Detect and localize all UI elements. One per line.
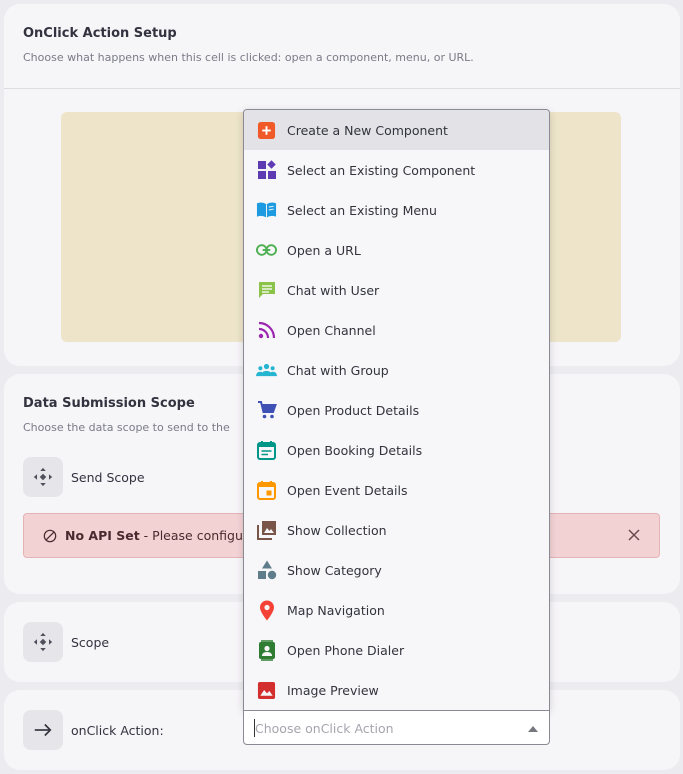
onclick-setup-title: OnClick Action Setup	[23, 26, 177, 41]
data-submission-title: Data Submission Scope	[23, 396, 195, 411]
menu-item-label: Open a URL	[287, 242, 361, 258]
ban-icon	[43, 529, 57, 543]
onclick-action-label: onClick Action:	[71, 723, 164, 738]
onclick-setup-subtitle: Choose what happens when this cell is cl…	[23, 51, 474, 64]
onclick-action-dropdown-menu: Create a New Component Select an Existin…	[243, 109, 550, 711]
menu-item-label: Map Navigation	[287, 602, 385, 618]
scope-diamond-icon	[33, 632, 53, 652]
menu-item-image-preview[interactable]: Image Preview	[244, 670, 549, 710]
menu-item-label: Open Booking Details	[287, 442, 423, 458]
send-scope-icon-button[interactable]	[23, 457, 63, 497]
calendar-icon	[256, 440, 277, 461]
image-icon	[256, 680, 277, 701]
book-open-icon	[256, 200, 277, 221]
menu-item-label: Open Phone Dialer	[287, 642, 405, 658]
menu-item-select-existing-menu[interactable]: Select an Existing Menu	[244, 190, 549, 230]
link-icon	[256, 240, 277, 261]
menu-item-open-url[interactable]: Open a URL	[244, 230, 549, 270]
send-scope-label: Send Scope	[71, 470, 145, 485]
menu-item-label: Select an Existing Menu	[287, 202, 437, 218]
menu-item-label: Show Collection	[287, 522, 387, 538]
menu-item-label: Create a New Component	[287, 122, 448, 138]
rss-icon	[256, 320, 277, 341]
event-icon	[256, 480, 277, 501]
menu-item-select-existing-component[interactable]: Select an Existing Component	[244, 150, 549, 190]
menu-item-label: Open Channel	[287, 322, 376, 338]
menu-item-chat-with-user[interactable]: Chat with User	[244, 270, 549, 310]
menu-item-label: Open Event Details	[287, 482, 408, 498]
chat-icon	[256, 280, 277, 301]
map-pin-icon	[256, 600, 277, 621]
menu-item-map-navigation[interactable]: Map Navigation	[244, 590, 549, 630]
category-icon	[256, 560, 277, 581]
menu-item-chat-with-group[interactable]: Chat with Group	[244, 350, 549, 390]
menu-item-create-new-component[interactable]: Create a New Component	[244, 110, 549, 150]
scope-label: Scope	[71, 635, 110, 650]
collection-icon	[256, 520, 277, 541]
plus-square-icon	[256, 120, 277, 141]
menu-item-open-product-details[interactable]: Open Product Details	[244, 390, 549, 430]
arrow-right-icon	[34, 723, 52, 737]
scope-diamond-icon	[33, 467, 53, 487]
menu-item-label: Image Preview	[287, 682, 379, 698]
menu-item-open-phone-dialer[interactable]: Open Phone Dialer	[244, 630, 549, 670]
menu-item-open-event-details[interactable]: Open Event Details	[244, 470, 549, 510]
menu-item-show-collection[interactable]: Show Collection	[244, 510, 549, 550]
divider	[4, 88, 680, 89]
arrow-icon-box	[23, 710, 63, 750]
menu-item-label: Show Category	[287, 562, 382, 578]
menu-item-label: Select an Existing Component	[287, 162, 476, 178]
scope-icon-button[interactable]	[23, 622, 63, 662]
close-icon[interactable]	[627, 528, 641, 542]
menu-item-show-category[interactable]: Show Category	[244, 550, 549, 590]
data-submission-subtitle: Choose the data scope to send to the	[23, 421, 230, 434]
phone-contact-icon	[256, 639, 277, 661]
select-placeholder: Choose onClick Action	[255, 721, 394, 736]
onclick-action-select[interactable]: Choose onClick Action	[243, 710, 550, 745]
cart-icon	[256, 400, 277, 421]
menu-item-open-channel[interactable]: Open Channel	[244, 310, 549, 350]
alert-message: - Please configu	[139, 528, 243, 543]
alert-text: No API Set - Please configu	[65, 528, 243, 543]
menu-item-open-booking-details[interactable]: Open Booking Details	[244, 430, 549, 470]
menu-item-label: Open Product Details	[287, 402, 420, 418]
widgets-icon	[256, 160, 277, 181]
alert-bold: No API Set	[65, 528, 140, 543]
menu-item-label: Chat with User	[287, 282, 380, 298]
chevron-up-icon[interactable]	[528, 726, 538, 732]
group-icon	[256, 360, 277, 381]
menu-item-label: Chat with Group	[287, 362, 389, 378]
